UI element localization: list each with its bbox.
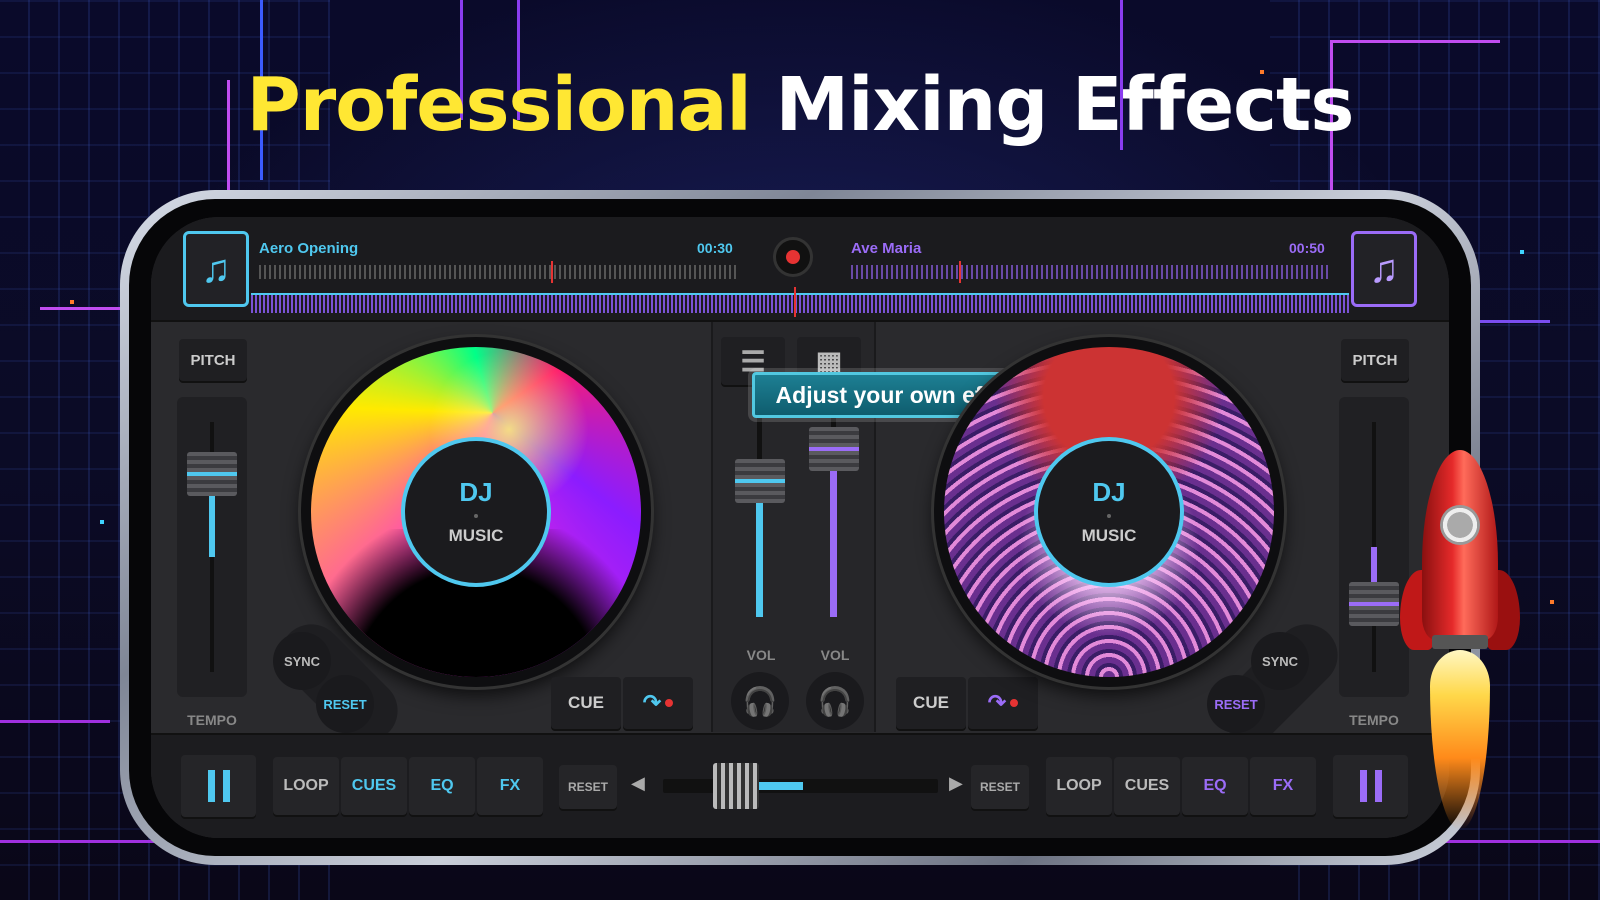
neon-dot [1520,250,1524,254]
deck-a-center-label: DJ MUSIC [401,437,551,587]
music-text: MUSIC [1081,526,1137,546]
deck-b-cue-button[interactable]: CUE [896,677,966,729]
deck-b-platter[interactable]: DJ MUSIC [934,337,1284,687]
spindle [1107,514,1111,519]
deck-b-tempo-label: TEMPO [1349,712,1399,728]
phone-frame: ♫ Aero Opening 00:30 Ave Maria 00:50 ♫ P… [120,190,1480,865]
deck-a-loop-record-button[interactable]: ↷ [623,677,693,729]
music-text: MUSIC [448,526,504,546]
deck-a-mini-waveform[interactable] [259,265,739,279]
deck-b-track-title: Ave Maria [851,240,922,257]
neon-dot [1550,600,1554,604]
deck-b-music-button[interactable]: ♫ [1351,231,1417,307]
deck-a-pause-button[interactable] [181,755,256,817]
rocket-body [1422,450,1498,640]
neon-dot [70,300,74,304]
headline-yellow: Professional [246,62,752,148]
deck-a-playhead [551,261,553,283]
deck-b-cues-button[interactable]: CUES [1114,757,1180,815]
headphones-icon: 🎧 [817,685,853,717]
waveform-bar: ♫ Aero Opening 00:30 Ave Maria 00:50 ♫ [151,217,1449,322]
deck-a-platter[interactable]: DJ MUSIC [301,337,651,687]
record-button[interactable] [773,237,813,277]
redo-arrow-icon: ↷ [642,690,662,715]
deck-b-time: 00:50 [1289,240,1325,256]
vol-a-slider[interactable] [735,417,785,627]
center-marker [794,287,796,317]
music-note-icon: ♫ [201,246,231,291]
music-note-icon: ♫ [1369,246,1399,291]
rocket-illustration [1400,450,1520,830]
rocket-nozzle [1432,635,1488,649]
phone-bezel: ♫ Aero Opening 00:30 Ave Maria 00:50 ♫ P… [129,199,1471,856]
tempo-knob[interactable] [1349,582,1399,626]
crossfader-knob[interactable] [713,763,759,809]
neon-line [0,720,110,723]
deck-b-playhead [959,261,961,283]
deck-a-tempo-slider[interactable] [177,397,247,697]
crossfader-left-arrow-icon[interactable]: ◀ [631,773,645,794]
slider-fill [1371,547,1377,587]
neon-dot [100,520,104,524]
slider-fill [830,457,837,617]
deck-b-reset-button[interactable]: RESET [1207,675,1265,733]
deck-a-track-title: Aero Opening [259,240,359,257]
deck-a-cue-button[interactable]: CUE [551,677,621,729]
deck-a-eq-button[interactable]: EQ [409,757,475,815]
tempo-knob[interactable] [187,452,237,496]
redo-arrow-icon: ↷ [987,690,1007,715]
deck-b-loop-record-button[interactable]: ↷ [968,677,1038,729]
rocket-flame [1430,650,1490,830]
vol-a-label: VOL [746,647,776,663]
deck-b-mini-waveform[interactable] [851,265,1331,279]
crossfader-fill [758,782,803,790]
pause-icon [207,770,230,802]
dj-text: DJ [1092,476,1126,507]
neon-line [1470,320,1550,380]
slider-fill [756,497,763,617]
deck-b-reset-button-bottom[interactable]: RESET [971,765,1029,809]
full-waveform[interactable] [251,295,1349,313]
deck-a-sync-button[interactable]: SYNC [273,632,331,690]
deck-a-cues-button[interactable]: CUES [341,757,407,815]
dj-text: DJ [459,476,493,507]
crossfader[interactable] [663,763,938,809]
deck-a-time: 00:30 [697,240,733,256]
deck-b-pitch-button[interactable]: PITCH [1341,339,1409,381]
headline: Professional Mixing Effects [0,62,1600,148]
pause-icon [1359,770,1382,802]
deck-a-music-button[interactable]: ♫ [183,231,249,307]
rec-dot-icon [1010,699,1019,707]
deck-b-fx-button[interactable]: FX [1250,757,1316,815]
record-dot-icon [786,250,800,264]
deck-a-tempo-label: TEMPO [187,712,237,728]
headline-white: Mixing Effects [775,62,1355,148]
deck-b-headphone-button[interactable]: 🎧 [806,672,864,730]
vol-b-label: VOL [820,647,850,663]
deck-a-reset-button[interactable]: RESET [316,675,374,733]
dj-app-screen: ♫ Aero Opening 00:30 Ave Maria 00:50 ♫ P… [151,217,1449,838]
deck-b-center-label: DJ MUSIC [1034,437,1184,587]
deck-b-loop-button[interactable]: LOOP [1046,757,1112,815]
deck-a-fx-button[interactable]: FX [477,757,543,815]
headphones-icon: 🎧 [742,685,778,717]
vol-b-slider[interactable] [809,417,859,627]
deck-a-loop-button[interactable]: LOOP [273,757,339,815]
deck-a-headphone-button[interactable]: 🎧 [731,672,789,730]
crossfader-right-arrow-icon[interactable]: ▶ [949,773,963,794]
slider-fill [209,487,215,557]
deck-a-reset-button-bottom[interactable]: RESET [559,765,617,809]
deck-b-pause-button[interactable] [1333,755,1408,817]
deck-b-tempo-slider[interactable] [1339,397,1409,697]
spindle [474,514,478,519]
deck-a-pitch-button[interactable]: PITCH [179,339,247,381]
vol-a-knob[interactable] [735,459,785,503]
rec-dot-icon [665,699,674,707]
deck-b-eq-button[interactable]: EQ [1182,757,1248,815]
vol-b-knob[interactable] [809,427,859,471]
deck-b-sync-button[interactable]: SYNC [1251,632,1309,690]
bottom-controls: LOOP CUES EQ FX RESET ◀ ▶ RESET LOOP CUE… [151,733,1449,838]
rocket-window [1440,505,1480,545]
